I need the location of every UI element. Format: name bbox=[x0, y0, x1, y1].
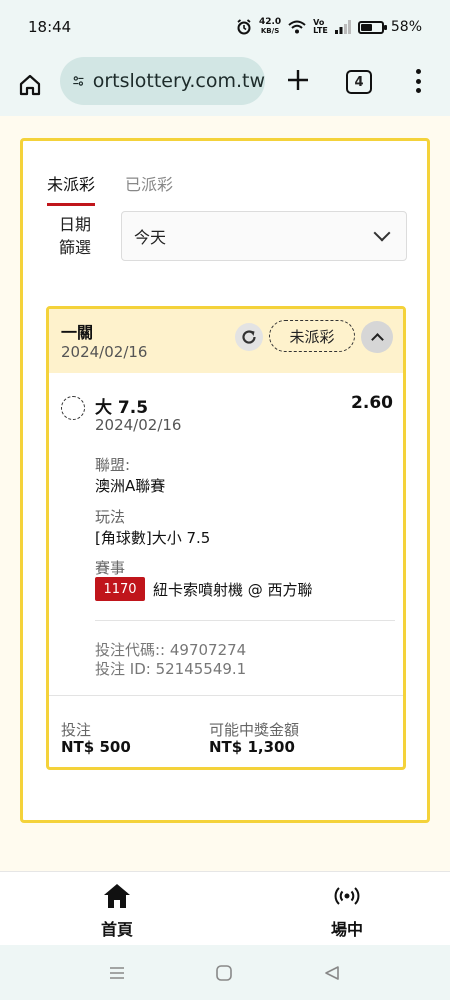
nav-home[interactable]: 首頁 bbox=[77, 882, 157, 940]
volte-indicator: Vo LTE bbox=[313, 19, 328, 35]
chevron-up-icon bbox=[370, 332, 384, 346]
battery-icon bbox=[357, 20, 387, 34]
date-filter-value: 今天 bbox=[134, 228, 167, 247]
bet-date: 2024/02/16 bbox=[61, 343, 148, 361]
status-tabs: 未派彩 已派彩 bbox=[47, 171, 173, 206]
home-circle-icon[interactable] bbox=[213, 962, 235, 984]
url-text: ortslottery.com.tw bbox=[92, 70, 265, 92]
volte-bottom: LTE bbox=[313, 26, 328, 35]
alarm-icon bbox=[237, 19, 251, 35]
site-settings-icon[interactable] bbox=[72, 71, 85, 91]
bet-history-panel: 未派彩 已派彩 日期篩選 今天 一關 2024/02/16 未派彩 大 7.5 … bbox=[20, 138, 430, 823]
new-tab-button[interactable] bbox=[280, 58, 316, 102]
net-speed-value: 42.0 bbox=[258, 17, 282, 27]
bet-code: 投注代碼:: 49707274 bbox=[95, 641, 247, 659]
tab-count: 4 bbox=[354, 74, 364, 90]
net-speed: 42.0 KB/S bbox=[259, 18, 281, 36]
bet-type: 一關 bbox=[61, 323, 94, 342]
bet-card-header: 一關 2024/02/16 未派彩 bbox=[49, 309, 403, 373]
address-bar[interactable]: ortslottery.com.tw bbox=[60, 57, 265, 105]
home-icon bbox=[19, 74, 41, 96]
league-value: 澳洲A聯賽 bbox=[95, 477, 166, 495]
battery-fill bbox=[360, 23, 373, 31]
league-label: 聯盟: bbox=[95, 456, 131, 474]
date-filter-label: 日期篩選 bbox=[59, 215, 92, 257]
net-speed-unit: KB/S bbox=[260, 27, 280, 35]
system-nav-bar bbox=[0, 945, 450, 1000]
payout-value: NT$ 1,300 bbox=[209, 738, 295, 756]
home-icon bbox=[104, 884, 130, 908]
nav-live[interactable]: 場中 bbox=[307, 882, 387, 940]
selection-status-icon bbox=[61, 396, 85, 420]
bottom-nav: 首頁 場中 bbox=[0, 871, 450, 945]
battery-percent: 58% bbox=[390, 19, 422, 35]
divider bbox=[95, 620, 395, 621]
tab-settled[interactable]: 已派彩 bbox=[125, 171, 173, 206]
event-label: 賽事 bbox=[95, 559, 126, 577]
bet-card: 一關 2024/02/16 未派彩 大 7.5 2.60 2024/02/16 … bbox=[46, 306, 406, 770]
selection-date: 2024/02/16 bbox=[95, 416, 182, 434]
status-bar: 18:44 42.0 KB/S Vo LTE 58% bbox=[0, 0, 450, 54]
market-value: [角球數]大小 7.5 bbox=[95, 529, 211, 547]
status-time: 18:44 bbox=[28, 18, 72, 36]
footer-divider bbox=[49, 695, 403, 696]
chevron-down-icon bbox=[373, 224, 391, 242]
more-menu-icon[interactable] bbox=[408, 66, 428, 96]
selection-odds: 2.60 bbox=[351, 393, 393, 413]
live-broadcast-icon bbox=[334, 887, 360, 905]
nav-live-label: 場中 bbox=[330, 920, 363, 939]
browser-toolbar: ortslottery.com.tw 4 bbox=[0, 54, 450, 116]
event-name: 紐卡索噴射機 @ 西方聯 bbox=[153, 581, 313, 599]
refresh-button[interactable] bbox=[235, 323, 263, 351]
date-filter-select[interactable]: 今天 bbox=[121, 211, 407, 261]
recent-apps-icon[interactable] bbox=[106, 962, 128, 984]
stake-label: 投注 bbox=[61, 721, 92, 739]
status-badge: 未派彩 bbox=[269, 320, 355, 352]
bet-id: 投注 ID: 52145549.1 bbox=[95, 660, 247, 678]
signal-icon bbox=[334, 20, 351, 34]
wifi-icon bbox=[288, 20, 306, 34]
payout-label: 可能中獎金額 bbox=[209, 721, 300, 739]
collapse-button[interactable] bbox=[361, 321, 393, 353]
browser-home-button[interactable] bbox=[0, 58, 60, 112]
back-icon[interactable] bbox=[321, 962, 343, 984]
event-id-badge: 1170 bbox=[95, 577, 145, 601]
market-label: 玩法 bbox=[95, 508, 126, 526]
status-icons: 42.0 KB/S Vo LTE 58% bbox=[236, 18, 422, 36]
tab-unsettled[interactable]: 未派彩 bbox=[47, 171, 96, 206]
new-tab-icon bbox=[288, 70, 308, 90]
tab-switcher-icon[interactable]: 4 bbox=[346, 70, 372, 94]
refresh-icon bbox=[242, 330, 256, 344]
nav-home-label: 首頁 bbox=[100, 920, 133, 939]
selection-name: 大 7.5 bbox=[95, 398, 149, 418]
stake-value: NT$ 500 bbox=[61, 738, 131, 756]
